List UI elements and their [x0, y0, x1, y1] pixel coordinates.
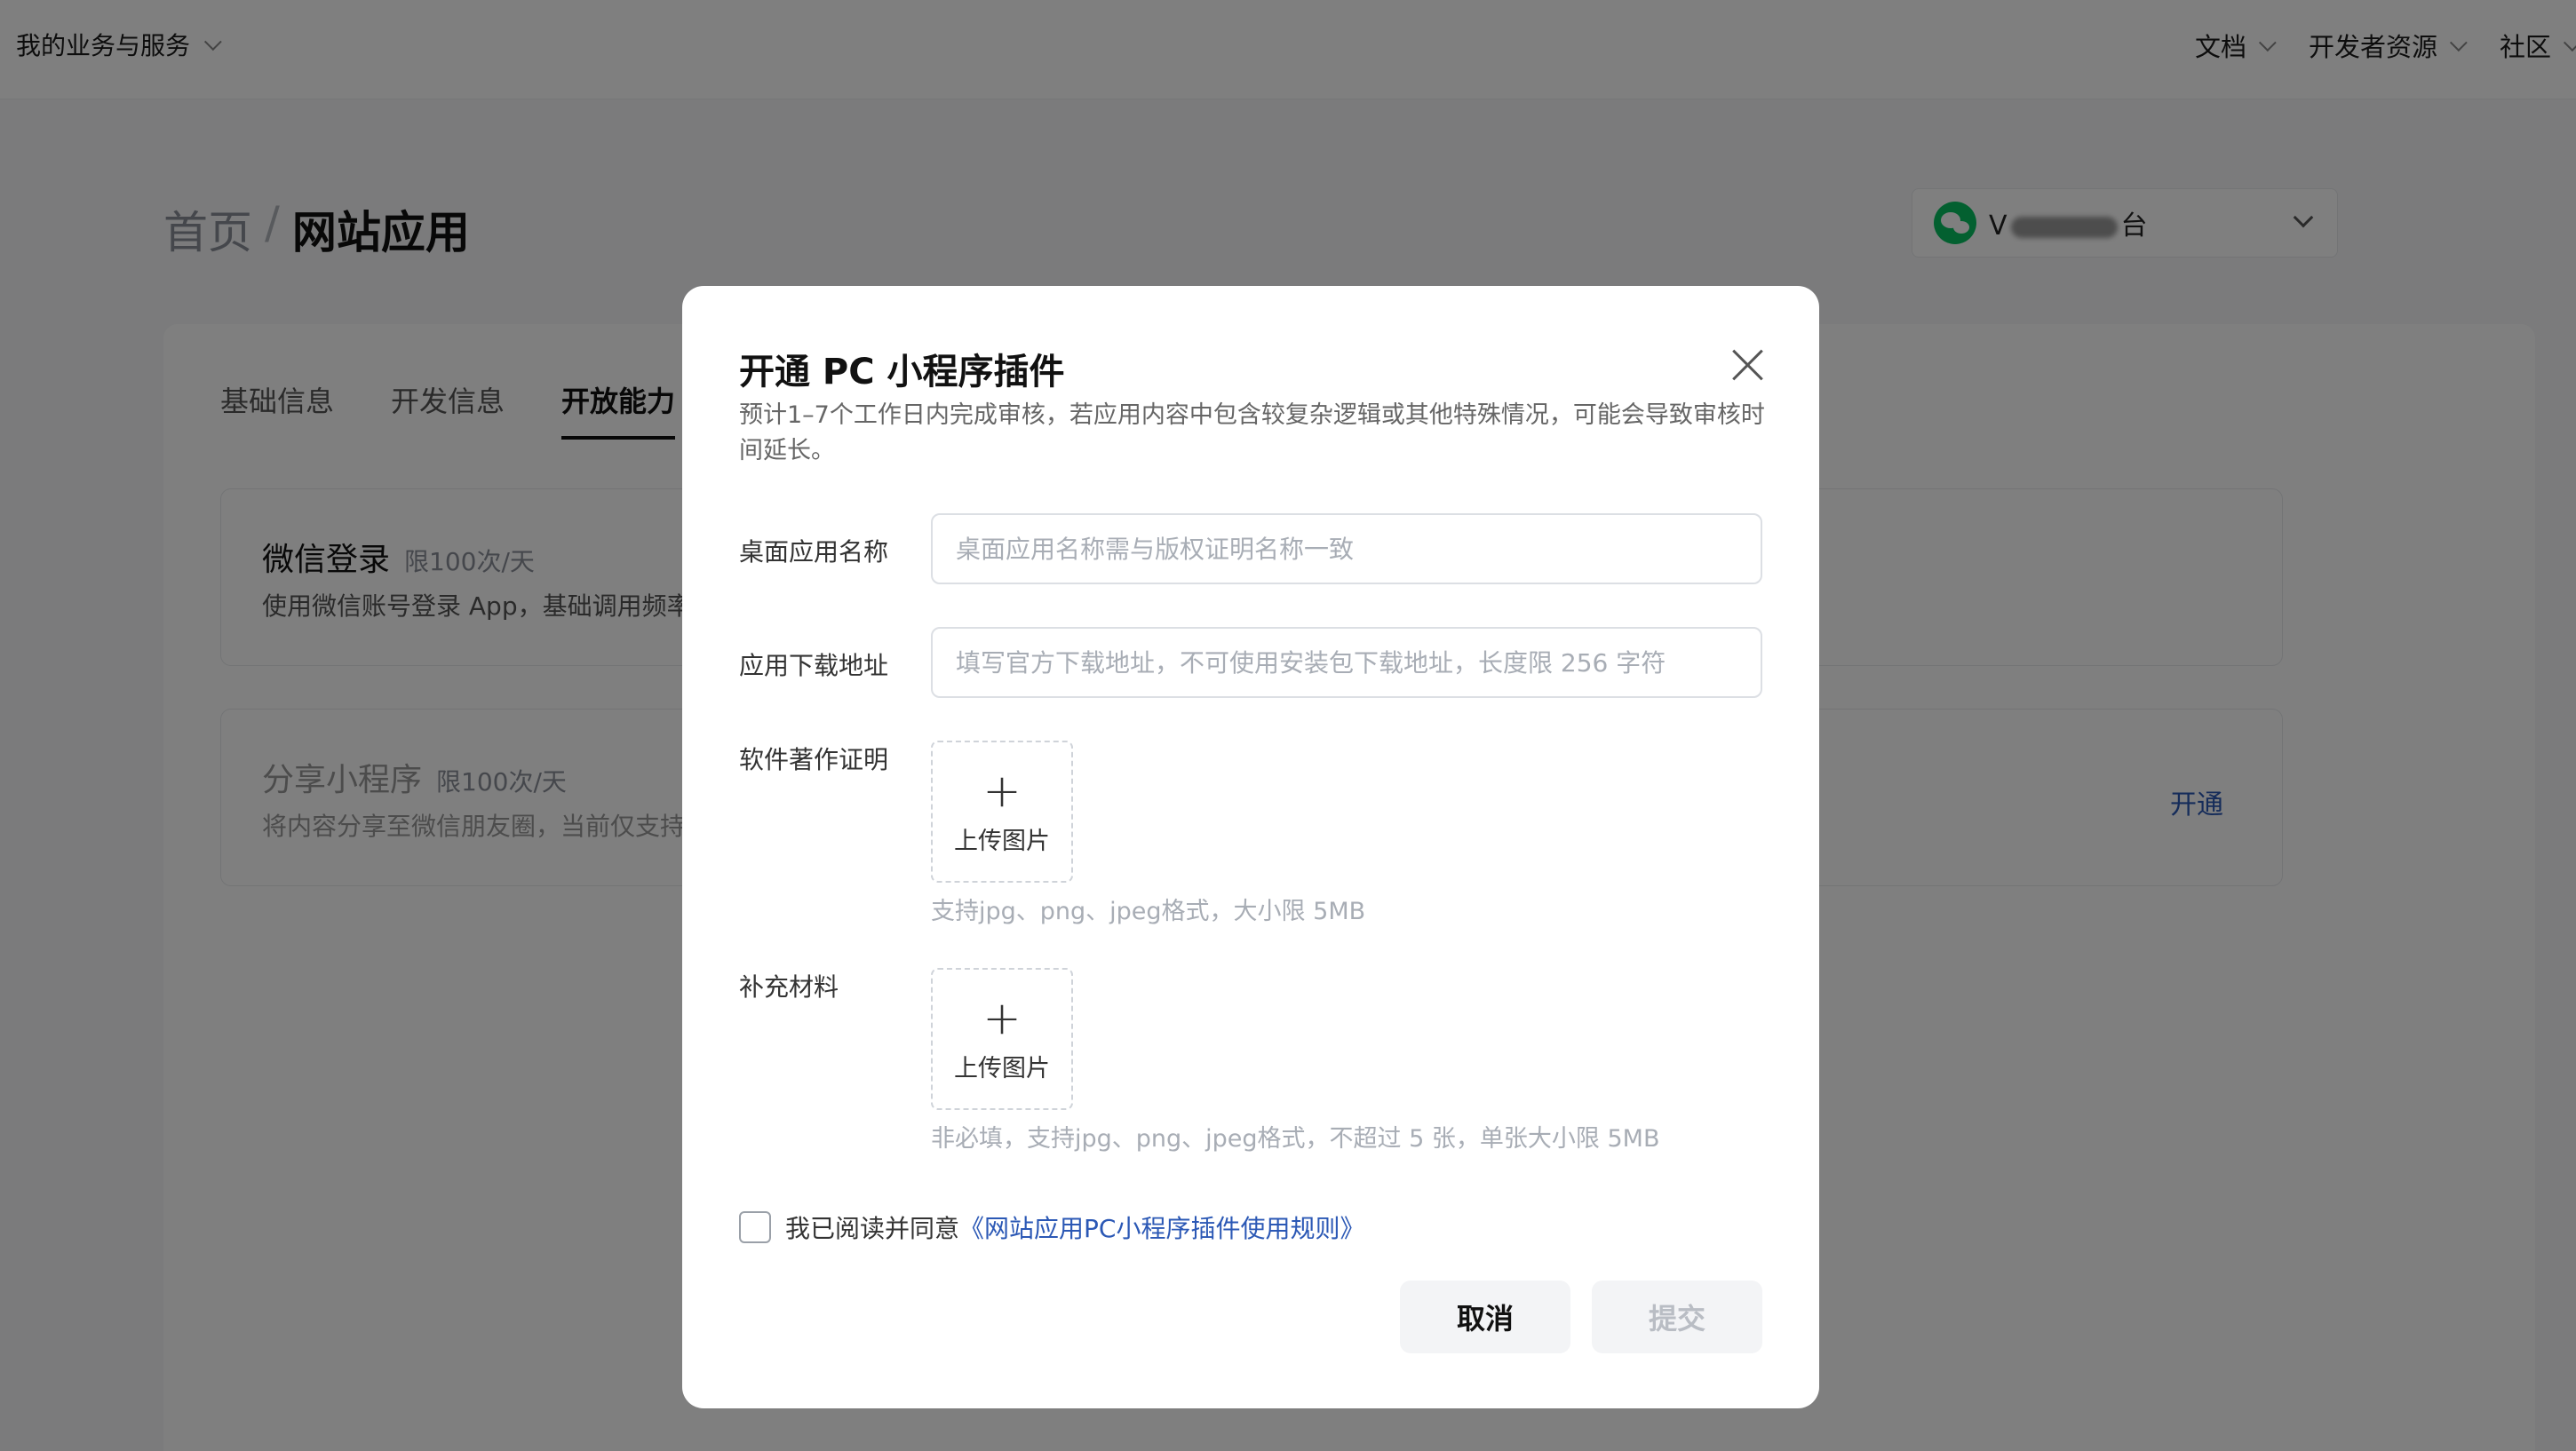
plus-icon: + — [982, 991, 1022, 1045]
supplement-upload-button[interactable]: + 上传图片 — [931, 968, 1073, 1110]
plus-icon: + — [982, 764, 1022, 818]
agreement-rules-link[interactable]: 《网站应用PC小程序插件使用规则》 — [959, 1209, 1364, 1245]
dialog-title: 开通 PC 小程序插件 — [739, 352, 1065, 392]
submit-button[interactable]: 提交 — [1592, 1281, 1762, 1353]
agreement-checkbox[interactable] — [739, 1211, 771, 1243]
dialog-description: 预计1–7个工作日内完成审核，若应用内容中包含较复杂逻辑或其他特殊情况，可能会导… — [739, 401, 1765, 464]
upload-label: 上传图片 — [954, 827, 1050, 855]
cancel-button[interactable]: 取消 — [1400, 1281, 1570, 1353]
activate-pc-plugin-dialog: 开通 PC 小程序插件 预计1–7个工作日内完成审核，若应用内容中包含较复杂逻辑… — [682, 286, 1819, 1408]
copyright-label: 软件著作证明 — [739, 745, 889, 774]
supplement-label: 补充材料 — [739, 972, 839, 1002]
close-icon[interactable] — [1729, 346, 1766, 384]
upload-label: 上传图片 — [954, 1054, 1050, 1082]
app-name-input[interactable] — [931, 513, 1762, 584]
agreement-text: 我已阅读并同意 — [785, 1214, 960, 1243]
download-url-label: 应用下载地址 — [739, 651, 889, 680]
download-url-input[interactable] — [931, 627, 1762, 698]
copyright-upload-button[interactable]: + 上传图片 — [931, 741, 1073, 883]
agreement-row: 我已阅读并同意 《网站应用PC小程序插件使用规则》 — [739, 1209, 1364, 1245]
supplement-hint: 非必填，支持jpg、png、jpeg格式，不超过 5 张，单张大小限 5MB — [931, 1125, 1660, 1153]
app-name-label: 桌面应用名称 — [739, 537, 889, 567]
copyright-hint: 支持jpg、png、jpeg格式，大小限 5MB — [931, 898, 1366, 925]
